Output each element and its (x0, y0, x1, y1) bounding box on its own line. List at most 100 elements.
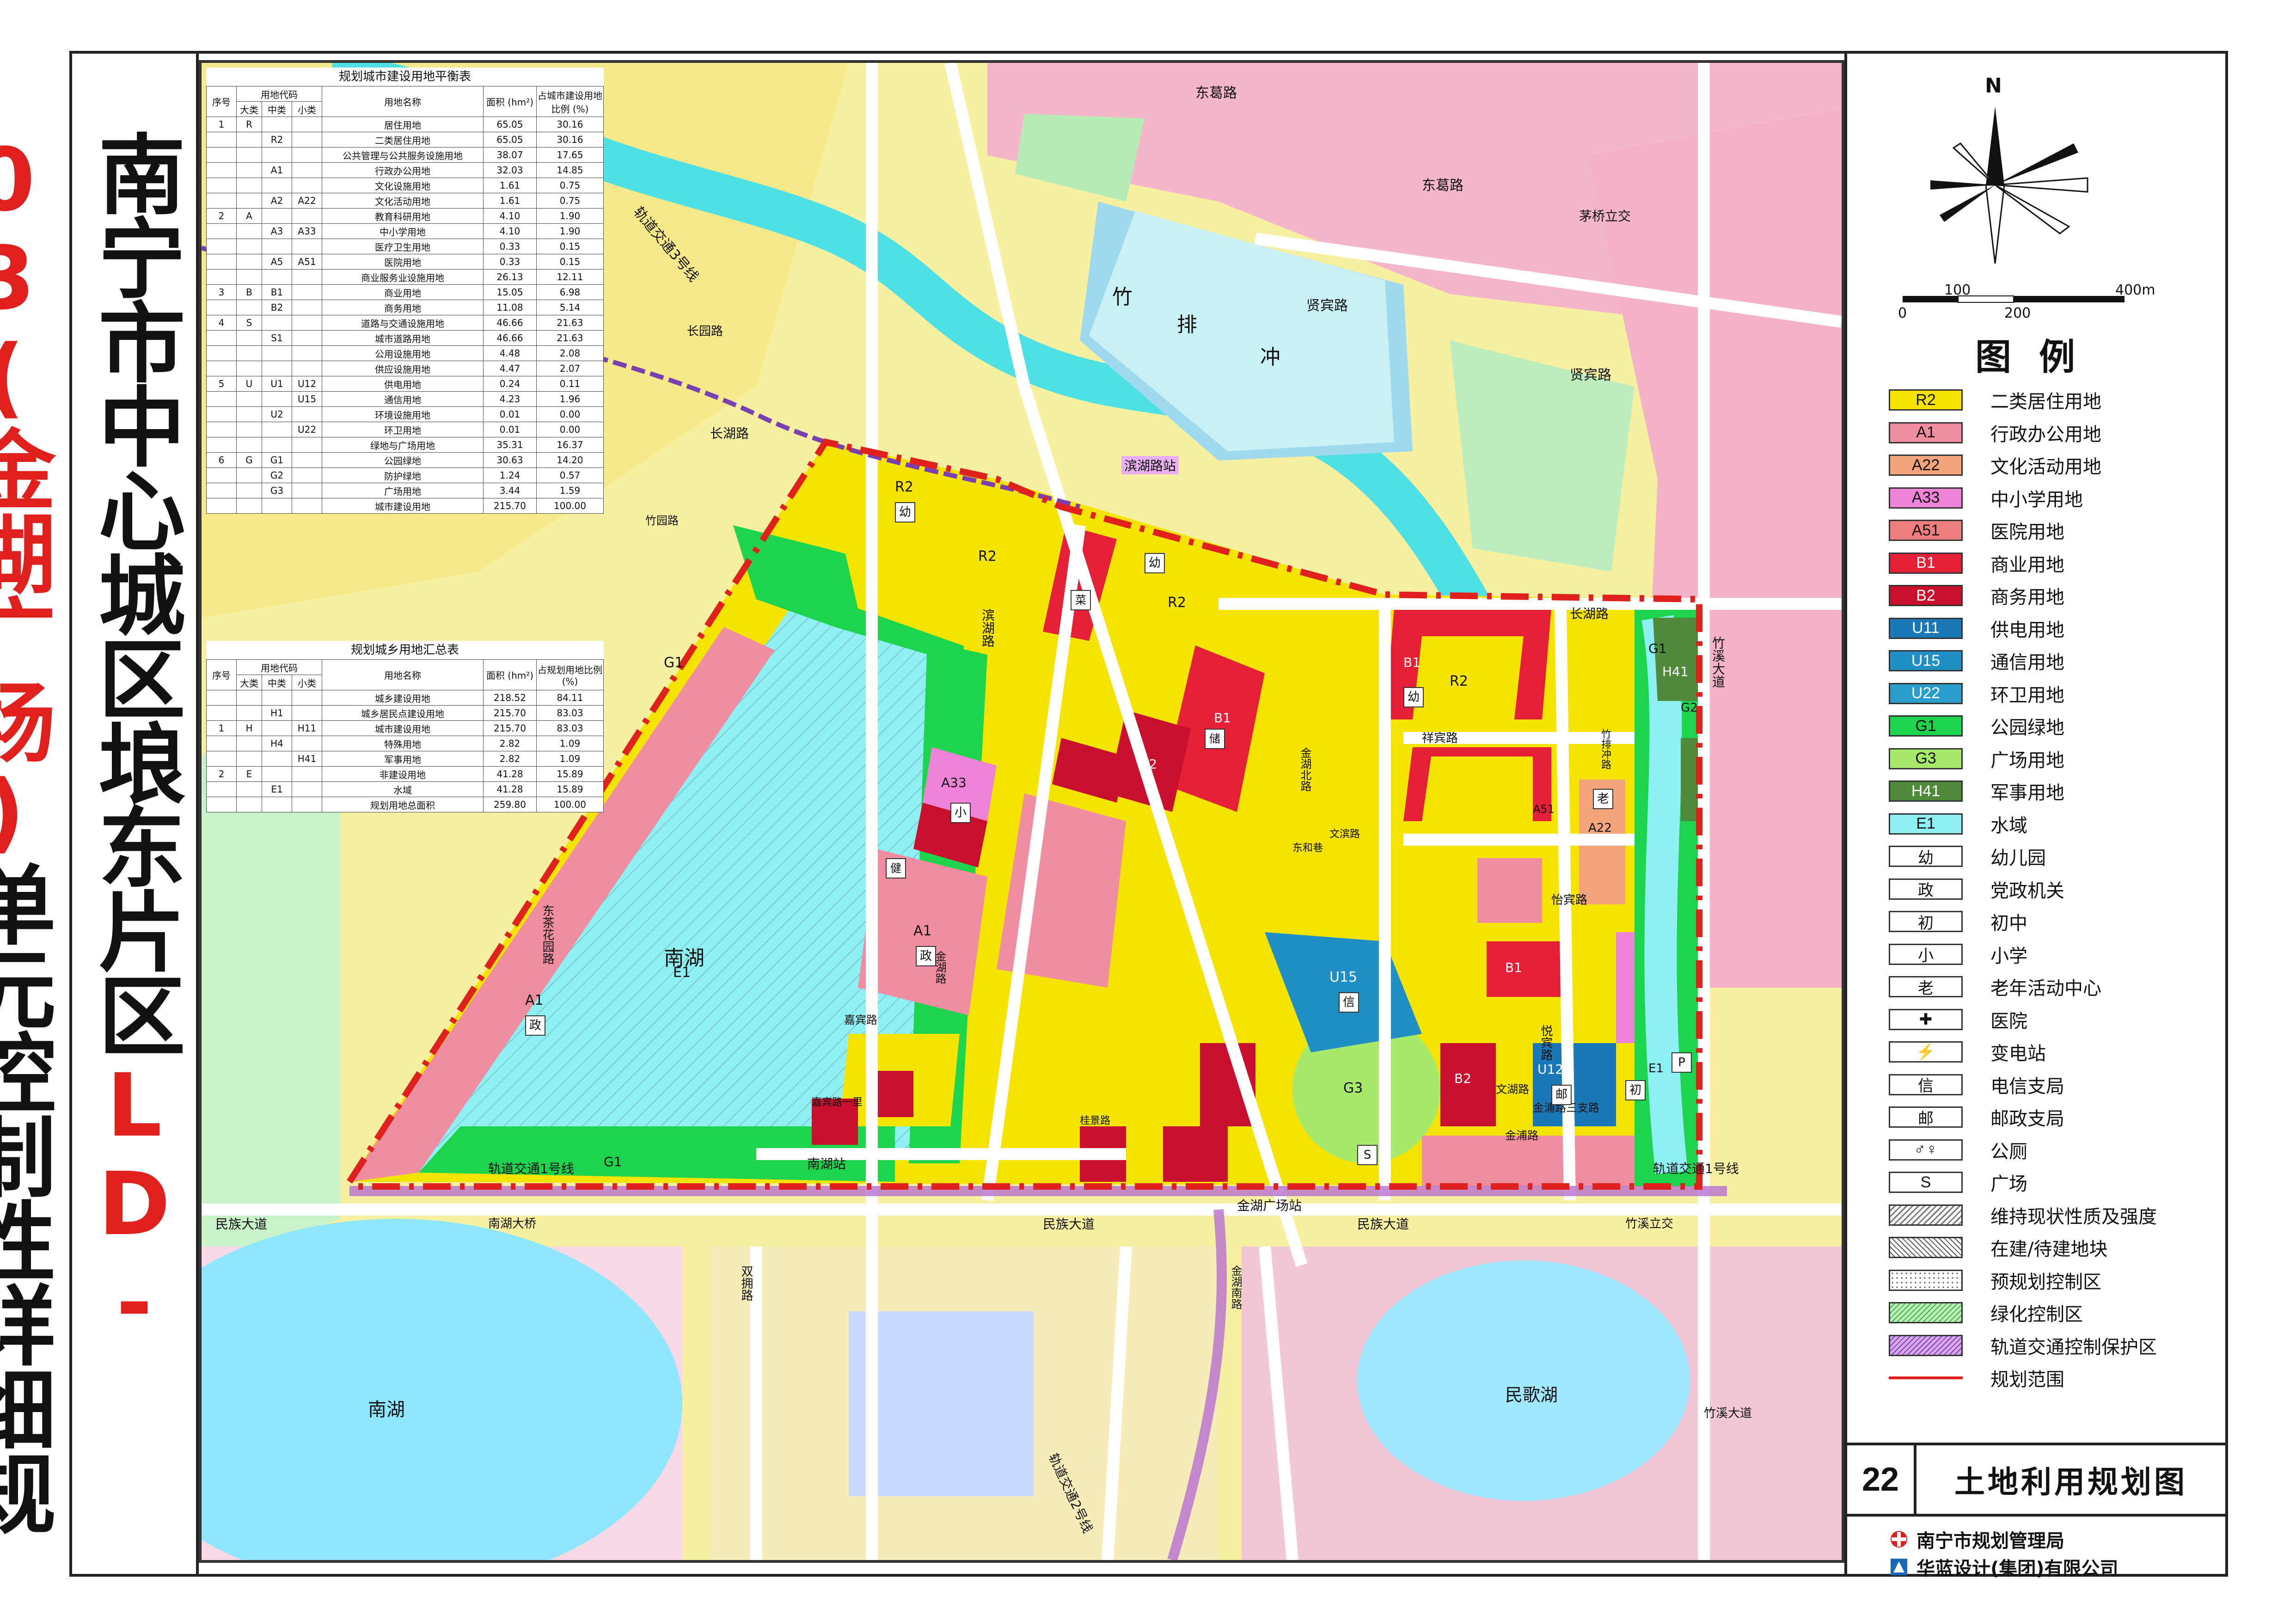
legend-item[interactable]: B2 商务用地 (1889, 579, 2222, 612)
parcel-label[interactable]: A33 (941, 775, 967, 790)
health-marker[interactable]: 健 (886, 858, 906, 879)
parcel-label[interactable]: G3 (1343, 1080, 1363, 1096)
plaza-marker[interactable]: S (1357, 1145, 1378, 1165)
kindergarten-marker[interactable]: 幼 (1145, 553, 1165, 573)
table-cell (206, 781, 237, 797)
legend-item[interactable]: U15 通信用地 (1889, 645, 2222, 677)
legend-item[interactable]: U11 供电用地 (1889, 612, 2222, 645)
legend-item[interactable]: A1 行政办公用地 (1889, 417, 2222, 449)
table-cell: 非建设用地 (322, 766, 484, 782)
table-row: 绿地与广场用地 35.31 16.37 (206, 437, 604, 453)
parcel-label[interactable]: R2 (1450, 673, 1468, 689)
table-caption: 规划城乡用地汇总表 (350, 643, 459, 657)
station-label[interactable]: 金湖广场站 (1237, 1196, 1302, 1214)
legend-item[interactable]: G3 广场用地 (1889, 743, 2222, 775)
river-label: 竹 (1112, 285, 1133, 309)
legend-item[interactable]: 老 老年活动中心 (1889, 971, 2222, 1003)
government-marker[interactable]: 政 (916, 946, 936, 966)
table-cell: 30.16 (536, 132, 604, 147)
parcel-label[interactable]: B1 (1505, 960, 1522, 975)
parcel-label[interactable]: B2 (1454, 1071, 1471, 1086)
storage-marker[interactable]: 储 (1205, 729, 1225, 749)
parcel-label[interactable]: G1 (664, 655, 683, 671)
elderly-center-marker[interactable]: 老 (1593, 789, 1613, 809)
parcel-label[interactable]: G1 (1648, 641, 1667, 656)
parcel-label[interactable]: A22 (1588, 821, 1612, 835)
parcel-label[interactable]: A51 (1533, 803, 1555, 816)
parcel-label[interactable]: R2 (1168, 595, 1186, 611)
legend-item[interactable]: G1 公园绿地 (1889, 710, 2222, 743)
table-row: 4 S 道路与交通设施用地 46.66 21.63 (206, 315, 604, 331)
legend-item[interactable]: A51 医院用地 (1889, 514, 2222, 547)
org-name: 南宁市规划管理局 (1916, 1530, 2064, 1552)
table-cell: 军事用地 (322, 751, 484, 767)
legend-item[interactable]: A33 中小学用地 (1889, 482, 2222, 515)
legend-item[interactable]: U22 环卫用地 (1889, 677, 2222, 710)
parcel-label[interactable]: B1 (1403, 655, 1420, 670)
legend-item[interactable]: 政 党政机关 (1889, 873, 2222, 906)
station-label[interactable]: 滨湖路站 (1121, 456, 1179, 474)
parcel-label[interactable]: U15 (1329, 969, 1357, 985)
legend-item[interactable]: 维持现状性质及强度 (1889, 1199, 2222, 1232)
legend-item[interactable]: 邮 邮政支局 (1889, 1101, 2222, 1134)
table-cell (206, 391, 237, 407)
legend-item[interactable]: 小 小学 (1889, 938, 2222, 971)
table-row: A1 行政办公用地 32.03 14.85 (206, 162, 604, 178)
parcel-label[interactable]: R2 (978, 548, 997, 565)
table-cell: 259.80 (483, 797, 537, 812)
table-cell: A33 (292, 223, 322, 239)
legend-item[interactable]: ✚ 医院 (1889, 1003, 2222, 1036)
table-cell: U2 (262, 406, 292, 422)
legend-item[interactable]: H41 军事用地 (1889, 775, 2222, 808)
table-cell (292, 452, 322, 468)
legend-item[interactable]: A22 文化活动用地 (1889, 449, 2222, 482)
parcel-label[interactable]: R2 (895, 479, 913, 495)
telecom-marker[interactable]: 信 (1339, 992, 1359, 1013)
legend-item[interactable]: 初 初中 (1889, 905, 2222, 938)
parcel-label[interactable]: B2 (1140, 756, 1157, 772)
legend-item[interactable]: B1 商业用地 (1889, 547, 2222, 580)
legend-item[interactable]: 预规划控制区 (1889, 1264, 2222, 1297)
table-cell: 居住用地 (322, 117, 484, 132)
post-office-marker[interactable]: 邮 (1551, 1085, 1572, 1105)
kindergarten-marker[interactable]: 幼 (895, 502, 915, 522)
parcel-label[interactable]: E1 (673, 965, 691, 981)
table-row: U22 环卫用地 0.01 0.00 (206, 422, 604, 437)
table-cell (292, 781, 322, 797)
legend-swatch (1889, 1237, 1963, 1259)
legend-item[interactable]: 绿化控制区 (1889, 1296, 2222, 1329)
legend-item[interactable]: S 广场 (1889, 1166, 2222, 1199)
parcel-label[interactable]: B1 (1071, 571, 1088, 587)
parking-marker[interactable]: P (1671, 1052, 1692, 1073)
legend-item[interactable]: 幼 幼儿园 (1889, 840, 2222, 873)
parcel-label[interactable]: G2 (1681, 701, 1698, 715)
market-marker[interactable]: 菜 (1071, 590, 1091, 610)
parcel-label[interactable]: H41 (1662, 664, 1689, 679)
legend-item[interactable]: 轨道交通控制保护区 (1889, 1329, 2222, 1362)
government-marker[interactable]: 政 (525, 1015, 545, 1036)
land-use-map[interactable]: 东葛路 东葛路 茅桥立交 贤宾路 贤宾路 长湖路 长湖路 滨湖路 祥宾路 怡宾路… (199, 60, 1844, 1563)
parcel-label[interactable]: A1 (913, 923, 932, 939)
table-cell (292, 406, 322, 422)
parcel-label[interactable]: E1 (1648, 1062, 1664, 1075)
parcel-label[interactable]: B1 (1214, 710, 1231, 725)
legend-item[interactable]: ♂♀ 公厕 (1889, 1134, 2222, 1167)
legend-label: 商业用地 (1990, 554, 2064, 576)
road-label: 长湖路 (710, 426, 749, 441)
legend-item[interactable]: ⚡ 变电站 (1889, 1036, 2222, 1069)
station-label[interactable]: 南湖站 (807, 1154, 846, 1173)
table-cell (292, 797, 322, 812)
middle-school-marker[interactable]: 初 (1625, 1080, 1646, 1100)
parcel-label[interactable]: G1 (604, 1154, 622, 1169)
kindergarten-marker[interactable]: 幼 (1403, 687, 1424, 707)
parcel-label[interactable]: U12 (1537, 1062, 1563, 1077)
legend-item[interactable]: 规划范围 (1889, 1362, 2222, 1395)
table-cell (262, 751, 292, 767)
primary-school-marker[interactable]: 小 (950, 803, 971, 823)
legend-item[interactable]: 在建/待建地块 (1889, 1231, 2222, 1264)
parcel-label[interactable]: A1 (525, 992, 544, 1008)
legend-item[interactable]: E1 水域 (1889, 808, 2222, 841)
legend-label: 环卫用地 (1990, 684, 2064, 706)
legend-item[interactable]: R2 二类居住用地 (1889, 384, 2222, 417)
legend-item[interactable]: 信 电信支局 (1889, 1069, 2222, 1101)
